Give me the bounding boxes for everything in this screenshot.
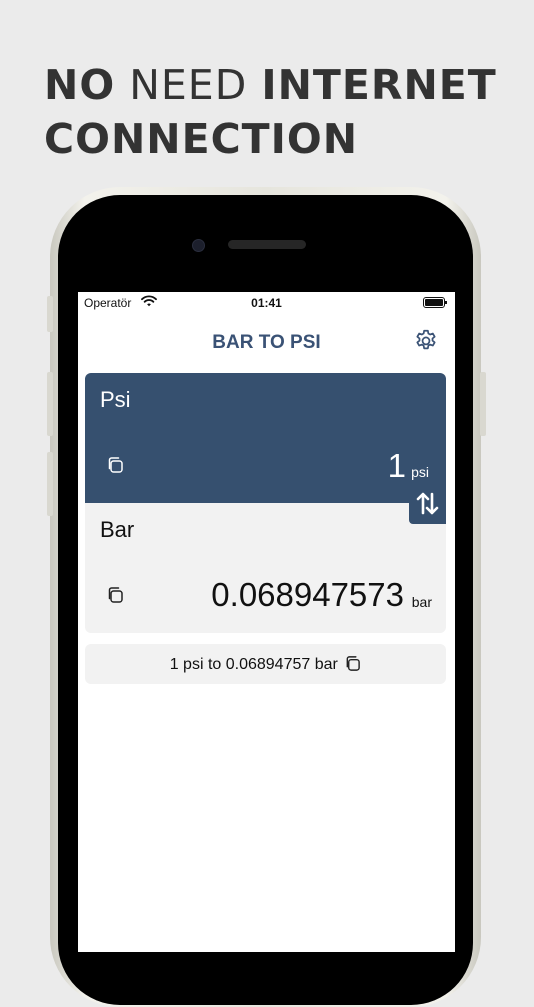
to-unit-label: Bar (100, 517, 135, 542)
promo-word-no: NO (44, 61, 116, 109)
from-unit-card[interactable]: Psi 1 psi (85, 373, 446, 503)
copy-icon[interactable] (344, 655, 361, 672)
from-unit-suffix: psi (411, 464, 429, 480)
phone-power-button (480, 372, 486, 436)
result-text: 1 psi to 0.06894757 bar (169, 656, 338, 673)
from-value[interactable]: 1 (388, 447, 406, 485)
phone-mute-switch (47, 296, 53, 332)
page-title: BAR TO PSI (212, 332, 321, 353)
app-screen: Operatör 01:41 BAR TO PSI Psi 1 psi Bar … (78, 292, 455, 952)
to-unit-card[interactable]: Bar 0.068947573 bar (85, 503, 446, 633)
camera-icon (192, 239, 205, 252)
copy-icon[interactable] (106, 456, 124, 474)
from-unit-label: Psi (100, 387, 131, 412)
swap-button[interactable] (409, 484, 446, 524)
battery-icon (423, 297, 447, 308)
promo-word-need: NEED (129, 61, 248, 109)
speaker-grille (228, 240, 306, 249)
promo-word-internet: INTERNET (261, 61, 497, 109)
copy-icon[interactable] (106, 586, 124, 604)
swap-vertical-icon (416, 492, 439, 515)
gear-icon[interactable] (413, 328, 439, 354)
phone-volume-down-button (47, 452, 53, 516)
result-row: 1 psi to 0.06894757 bar (85, 655, 446, 674)
conversion-result[interactable]: 1 psi to 0.06894757 bar (85, 644, 446, 684)
phone-volume-up-button (47, 372, 53, 436)
status-bar: Operatör 01:41 (78, 292, 455, 314)
to-unit-suffix: bar (411, 594, 432, 610)
status-time: 01:41 (251, 296, 282, 310)
promo-word-connection: CONNECTION (44, 115, 359, 163)
to-value: 0.068947573 (211, 576, 404, 613)
promo-headline-line-1: NO NEED INTERNET (44, 58, 524, 112)
promo-headline: NO NEED INTERNET CONNECTION (44, 58, 524, 166)
